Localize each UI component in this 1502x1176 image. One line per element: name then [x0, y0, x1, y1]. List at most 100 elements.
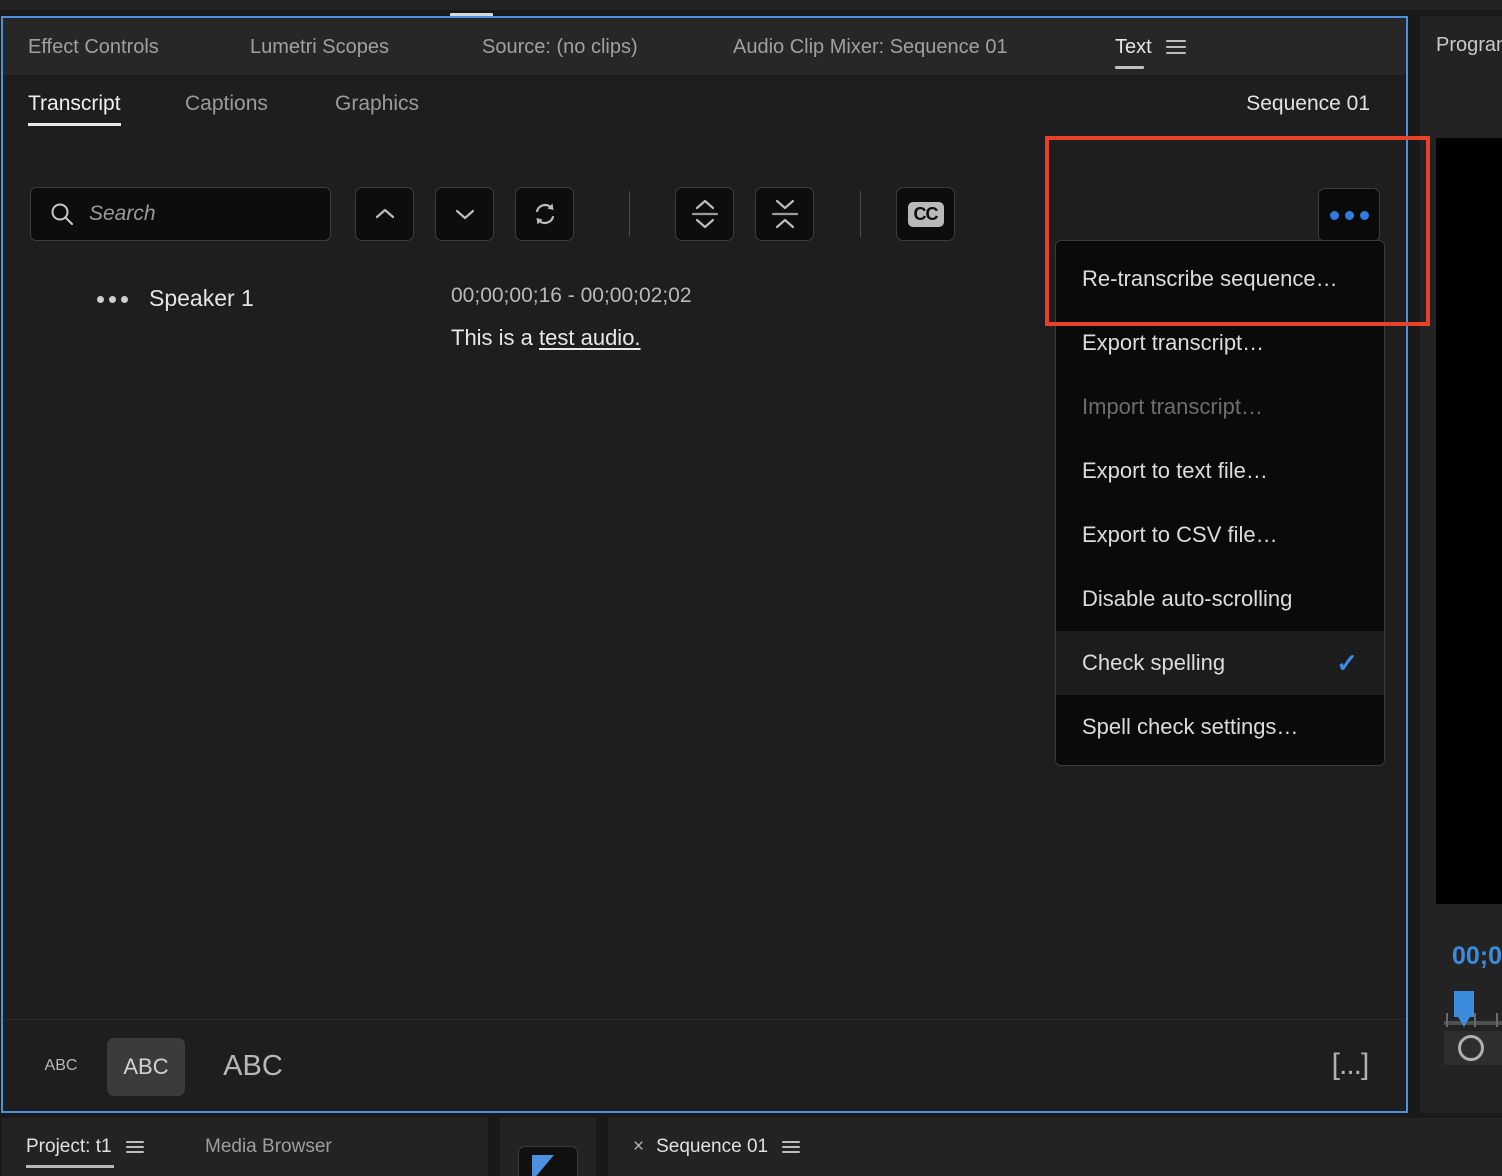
- expand-all-icon: [691, 199, 718, 229]
- tab-label: Project: t1: [26, 1136, 112, 1157]
- tab-source[interactable]: Source: (no clips): [482, 18, 638, 76]
- font-size-small-button[interactable]: ABC: [37, 1048, 85, 1084]
- playhead-tick: [1446, 1013, 1448, 1027]
- program-monitor-panel: Program 00;0: [1420, 16, 1502, 1113]
- panel-tab-bar: Effect Controls Lumetri Scopes Source: (…: [3, 18, 1406, 76]
- more-options-dot: [1359, 210, 1369, 220]
- sub-tab-label: Graphics: [335, 92, 420, 115]
- tab-lumetri-scopes[interactable]: Lumetri Scopes: [250, 18, 389, 76]
- tab-label: Source: (no clips): [482, 35, 638, 58]
- more-options-dot: [1344, 210, 1354, 220]
- transcript-options-menu[interactable]: Re-transcribe sequence… Export transcrip…: [1055, 240, 1385, 766]
- menu-item-disable-auto-scrolling[interactable]: Disable auto-scrolling: [1056, 567, 1384, 631]
- menu-item-label: Re-transcribe sequence…: [1082, 266, 1338, 291]
- more-options-button[interactable]: [1318, 188, 1380, 242]
- close-icon[interactable]: ×: [633, 1136, 644, 1158]
- menu-item-label: Check spelling: [1082, 650, 1226, 675]
- create-captions-button[interactable]: CC: [896, 187, 955, 241]
- find-previous-button[interactable]: [355, 187, 414, 241]
- transcript-text[interactable]: This is a test audio.: [451, 325, 641, 351]
- project-panel-tabs: Project: t1 Media Browser: [2, 1118, 488, 1176]
- tab-audio-clip-mixer[interactable]: Audio Clip Mixer: Sequence 01: [733, 18, 1008, 76]
- program-timecode[interactable]: 00;0: [1452, 942, 1502, 971]
- sub-tab-label: Transcript: [28, 92, 121, 115]
- selection-tool-icon: [532, 1155, 554, 1176]
- project-menu-icon[interactable]: [125, 1141, 144, 1153]
- sequence-name-label: Sequence 01: [1246, 92, 1370, 115]
- replace-refresh-button[interactable]: [515, 187, 574, 241]
- tab-label: Sequence 01: [656, 1136, 769, 1157]
- collapse-all-button[interactable]: [755, 187, 814, 241]
- menu-item-label: Spell check settings…: [1082, 714, 1299, 739]
- tab-label: Lumetri Scopes: [250, 35, 389, 58]
- menu-item-export-csv-file[interactable]: Export to CSV file…: [1056, 503, 1384, 567]
- cc-icon: CC: [907, 201, 944, 227]
- tab-sequence-01[interactable]: × Sequence 01: [633, 1118, 801, 1176]
- tab-captions[interactable]: Captions: [185, 76, 268, 132]
- menu-item-label: Export to text file…: [1082, 458, 1268, 483]
- toolbar-separator-2: [860, 191, 861, 237]
- app-root: Effect Controls Lumetri Scopes Source: (…: [0, 0, 1502, 1176]
- font-size-large-button[interactable]: ABC: [207, 1036, 299, 1096]
- transcript-text-normal: This is a: [451, 325, 540, 350]
- chevron-down-icon: [455, 209, 474, 220]
- playhead-tick: [1474, 1013, 1476, 1027]
- find-next-button[interactable]: [435, 187, 494, 241]
- menu-item-re-transcribe[interactable]: Re-transcribe sequence…: [1056, 247, 1384, 311]
- menu-item-label: Disable auto-scrolling: [1082, 586, 1293, 611]
- timeline-menu-icon[interactable]: [782, 1141, 801, 1153]
- more-options-dot: [1329, 210, 1339, 220]
- program-video-view[interactable]: [1436, 138, 1502, 904]
- tab-text[interactable]: Text: [1115, 18, 1186, 76]
- tab-project[interactable]: Project: t1: [26, 1118, 144, 1176]
- playhead-marker[interactable]: [1454, 991, 1474, 1017]
- transcript-toolbar: CC: [3, 132, 1406, 241]
- tab-program[interactable]: Program: [1436, 34, 1502, 57]
- transcript-bottom-bar: ABC ABC ABC [...]: [3, 1019, 1406, 1111]
- speaker-options-icon[interactable]: [97, 296, 128, 303]
- expand-all-button[interactable]: [675, 187, 734, 241]
- search-icon: [51, 203, 73, 225]
- transcript-timecode: 00;00;00;16 - 00;00;02;02: [451, 284, 692, 307]
- tab-effect-controls[interactable]: Effect Controls: [28, 18, 159, 76]
- search-box[interactable]: [30, 187, 331, 241]
- sub-tab-active-underline: [28, 123, 121, 126]
- menu-item-label: Import transcript…: [1082, 394, 1263, 419]
- selection-tool-button[interactable]: [518, 1146, 578, 1176]
- top-strip: [0, 0, 1502, 10]
- menu-item-check-spelling[interactable]: Check spelling ✓: [1056, 631, 1384, 695]
- tab-transcript[interactable]: Transcript: [28, 76, 121, 132]
- search-input[interactable]: [89, 202, 299, 226]
- toolbar-separator-1: [629, 191, 630, 237]
- tab-graphics[interactable]: Graphics: [335, 76, 419, 132]
- tab-active-underline: [26, 1165, 114, 1168]
- tab-label: Text: [1115, 35, 1152, 58]
- chevron-up-icon: [375, 208, 394, 219]
- tab-label: Media Browser: [205, 1136, 332, 1157]
- pause-markers-button[interactable]: [...]: [1324, 1040, 1376, 1090]
- playhead-bar: [1444, 1021, 1502, 1025]
- speaker-name[interactable]: Speaker 1: [149, 285, 254, 312]
- menu-item-spell-check-settings[interactable]: Spell check settings…: [1056, 695, 1384, 759]
- transcript-text-flagged: test audio.: [539, 325, 641, 350]
- font-size-medium-button[interactable]: ABC: [107, 1038, 185, 1096]
- playhead-knob[interactable]: [1458, 1035, 1484, 1061]
- menu-item-label: Export to CSV file…: [1082, 522, 1278, 547]
- panel-sub-tab-bar: Transcript Captions Graphics Sequence 01: [3, 76, 1406, 132]
- panel-menu-icon[interactable]: [1165, 40, 1186, 54]
- playhead-tick: [1496, 1013, 1498, 1027]
- refresh-icon: [535, 203, 554, 225]
- tab-label: Effect Controls: [28, 35, 159, 58]
- menu-item-export-transcript[interactable]: Export transcript…: [1056, 311, 1384, 375]
- menu-item-export-text-file[interactable]: Export to text file…: [1056, 439, 1384, 503]
- checkmark-icon: ✓: [1336, 647, 1358, 678]
- tab-media-browser[interactable]: Media Browser: [205, 1118, 332, 1176]
- collapse-all-icon: [771, 199, 798, 229]
- bottom-panel-bar: Project: t1 Media Browser × Sequence 01: [0, 1116, 1502, 1176]
- menu-item-import-transcript: Import transcript…: [1056, 375, 1384, 439]
- timeline-panel-tabs: × Sequence 01: [608, 1118, 1502, 1176]
- menu-item-label: Export transcript…: [1082, 330, 1265, 355]
- sub-tab-label: Captions: [185, 92, 268, 115]
- tab-active-underline: [1115, 66, 1144, 69]
- tab-label: Audio Clip Mixer: Sequence 01: [733, 35, 1008, 58]
